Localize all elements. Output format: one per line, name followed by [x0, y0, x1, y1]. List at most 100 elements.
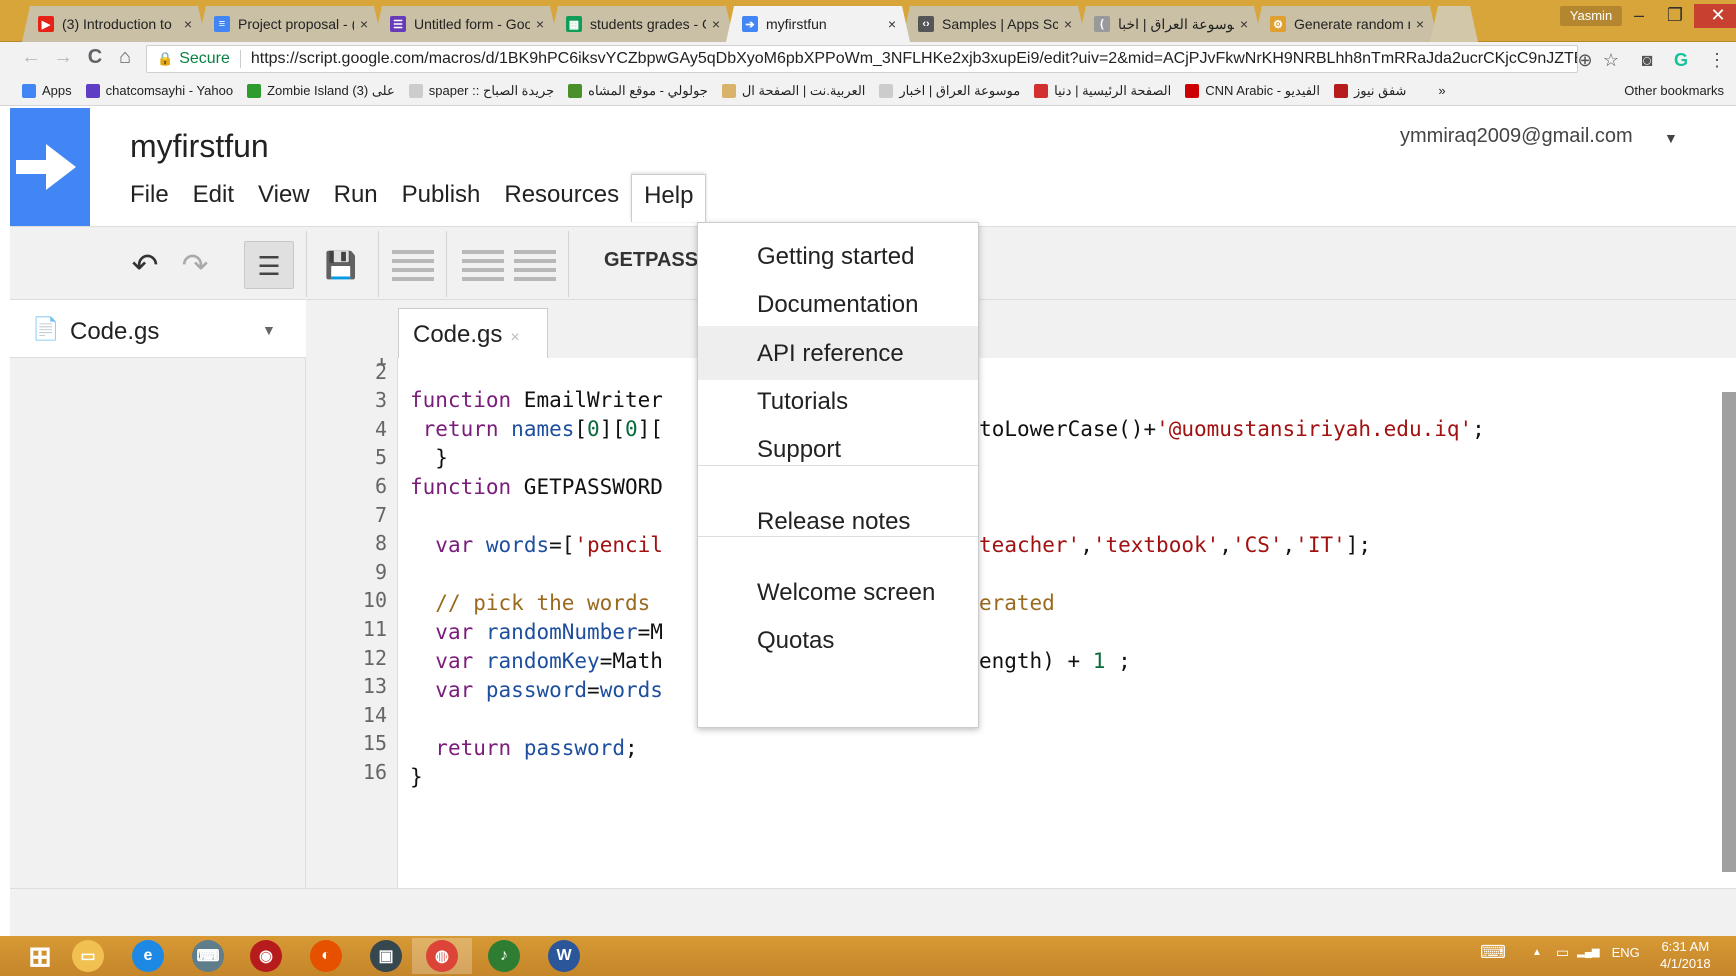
taskbar-app[interactable]: ▭: [58, 938, 118, 974]
browser-tab[interactable]: ➔ myfirstfun ×: [726, 6, 910, 42]
close-icon[interactable]: ×: [1240, 16, 1248, 32]
browser-tab[interactable]: ▶ (3) Introduction to ×: [22, 6, 206, 42]
taskbar-app[interactable]: ▣: [356, 938, 416, 974]
taskbar-app[interactable]: e: [118, 938, 178, 974]
menu-resources[interactable]: Resources: [492, 174, 631, 222]
minimize-button[interactable]: –: [1622, 4, 1656, 28]
bookmark-item[interactable]: Zombie Island (3) على: [247, 83, 395, 99]
file-item[interactable]: 📄 Code.gs ▼: [10, 300, 306, 358]
help-menu-item-tutorials[interactable]: Tutorials: [698, 374, 978, 428]
taskbar-app[interactable]: ⌨: [178, 938, 238, 974]
bookmark-item[interactable]: الصفحة الرئيسية | دنيا: [1034, 83, 1171, 99]
bookmark-item[interactable]: spaper :: جريدة الصباح: [408, 83, 554, 99]
apps-script-logo[interactable]: [10, 108, 90, 226]
bookmark-item[interactable]: Apps: [22, 83, 72, 98]
browser-tab[interactable]: ▦ students grades - G ×: [550, 6, 734, 42]
menu-file[interactable]: File: [118, 174, 181, 222]
signal-icon[interactable]: ▂▄▆: [1577, 947, 1599, 958]
scrollbar[interactable]: [1722, 392, 1736, 872]
trigger-icon[interactable]: [514, 245, 556, 287]
close-icon[interactable]: ×: [712, 16, 720, 32]
run-icon[interactable]: [392, 245, 434, 287]
save-icon[interactable]: 💾: [316, 241, 366, 289]
debug-icon[interactable]: [462, 245, 504, 287]
zoom-icon[interactable]: ⊕: [1574, 50, 1596, 71]
chevron-up-icon[interactable]: ▲: [1532, 947, 1542, 958]
tool-icon: ⚙: [1270, 16, 1286, 32]
clock[interactable]: 6:31 AM 4/1/2018: [1660, 938, 1711, 972]
help-menu-item-release-notes[interactable]: Release notes: [698, 494, 978, 548]
code-line[interactable]: function GETPASSWORD: [410, 472, 663, 502]
close-icon[interactable]: ×: [888, 16, 896, 32]
language-indicator[interactable]: ENG: [1612, 945, 1640, 960]
new-tab-button[interactable]: [1430, 6, 1478, 42]
chevron-down-icon[interactable]: ▼: [1664, 130, 1678, 146]
bookmarks-overflow-button[interactable]: »: [1438, 83, 1445, 98]
redo-icon[interactable]: ↷: [170, 241, 220, 289]
bookmark-item[interactable]: العربية.نت | الصفحة ال: [721, 83, 865, 99]
help-menu-item-welcome-screen[interactable]: Welcome screen: [698, 565, 978, 619]
home-icon[interactable]: ⌂: [112, 46, 138, 69]
close-icon[interactable]: ×: [510, 329, 519, 346]
menu-publish[interactable]: Publish: [390, 174, 493, 222]
keyboard-icon[interactable]: ⌨: [1480, 942, 1506, 963]
other-bookmarks[interactable]: Other bookmarks: [1616, 83, 1724, 98]
taskbar-app[interactable]: ◉: [236, 938, 296, 974]
browser-tab[interactable]: (موسوعة العراق | اخبا ×: [1078, 6, 1262, 42]
taskbar-app[interactable]: ♪: [474, 938, 534, 974]
video-icon: ▣: [370, 940, 402, 972]
url-text[interactable]: https://script.google.com/macros/d/1BK9h…: [251, 50, 1577, 68]
bookmark-item[interactable]: CNN Arabic - الفيديو: [1185, 83, 1320, 99]
menu-edit[interactable]: Edit: [181, 174, 246, 222]
reload-icon[interactable]: C: [82, 46, 108, 69]
code-line[interactable]: return password;: [410, 733, 637, 763]
tab-title: موسوعة العراق | اخبا: [1118, 15, 1234, 32]
browser-menu-icon[interactable]: ⋮: [1706, 50, 1728, 71]
close-window-button[interactable]: ✕: [1694, 4, 1736, 28]
code-editor[interactable]: function EmailWriter return names[0][0][…: [398, 358, 1736, 888]
help-menu-item-documentation[interactable]: Documentation: [698, 277, 978, 331]
browser-tab[interactable]: ‹› Samples | Apps Sc ×: [902, 6, 1086, 42]
bookmark-item[interactable]: موسوعة العراق | اخبار: [879, 83, 1020, 99]
close-icon[interactable]: ×: [184, 16, 192, 32]
editor-tab[interactable]: Code.gs ×: [398, 308, 548, 358]
grammarly-icon[interactable]: G: [1670, 50, 1692, 71]
menu-help[interactable]: Help: [631, 174, 707, 222]
taskbar-app[interactable]: ◐: [296, 938, 356, 974]
taskbar-app[interactable]: W: [534, 938, 594, 974]
undo-icon[interactable]: ↶: [120, 241, 170, 289]
profile-button[interactable]: Yasmin: [1560, 6, 1622, 26]
function-select[interactable]: GETPASS: [604, 249, 698, 272]
account-email[interactable]: ymmiraq2009@gmail.com: [1400, 125, 1633, 148]
close-icon[interactable]: ×: [1416, 16, 1424, 32]
help-menu-item-api-reference[interactable]: API reference: [698, 326, 978, 380]
bookmark-item[interactable]: شفق نيوز: [1333, 83, 1406, 99]
code-line[interactable]: function EmailWriter: [410, 385, 663, 415]
bookmark-item[interactable]: جولولي - موقع المشاه: [568, 83, 708, 99]
menu-view[interactable]: View: [246, 174, 322, 222]
address-bar[interactable]: 🔒 Secure https://script.google.com/macro…: [146, 45, 1578, 73]
close-icon[interactable]: ×: [1064, 16, 1072, 32]
help-menu-item-getting-started[interactable]: Getting started: [698, 229, 978, 283]
indent-icon[interactable]: ☰: [244, 241, 294, 289]
bookmark-item[interactable]: chatcomsayhi - Yahoo: [85, 83, 233, 98]
help-menu-item-support[interactable]: Support: [698, 422, 978, 476]
browser-tab[interactable]: ≡ Project proposal - (×: [198, 6, 382, 42]
maximize-button[interactable]: ❐: [1658, 4, 1692, 28]
extension-icon[interactable]: ◙: [1636, 50, 1658, 71]
help-menu-item-quotas[interactable]: Quotas: [698, 613, 978, 667]
project-title[interactable]: myfirstfun: [130, 128, 269, 165]
menu-run[interactable]: Run: [322, 174, 390, 222]
code-line[interactable]: }: [410, 762, 423, 792]
code-line[interactable]: }: [410, 443, 448, 473]
taskbar-app[interactable]: ◍: [412, 938, 472, 974]
browser-tab[interactable]: ☰ Untitled form - Goo ×: [374, 6, 558, 42]
battery-icon[interactable]: ▭: [1556, 944, 1569, 961]
close-icon[interactable]: ×: [536, 16, 544, 32]
browser-tab[interactable]: ⚙ Generate random n ×: [1254, 6, 1438, 42]
back-icon[interactable]: ←: [18, 46, 44, 69]
close-icon[interactable]: ×: [360, 16, 368, 32]
forward-icon[interactable]: →: [50, 46, 76, 69]
chevron-down-icon[interactable]: ▼: [262, 322, 276, 338]
bookmark-star-icon[interactable]: ☆: [1600, 50, 1622, 71]
